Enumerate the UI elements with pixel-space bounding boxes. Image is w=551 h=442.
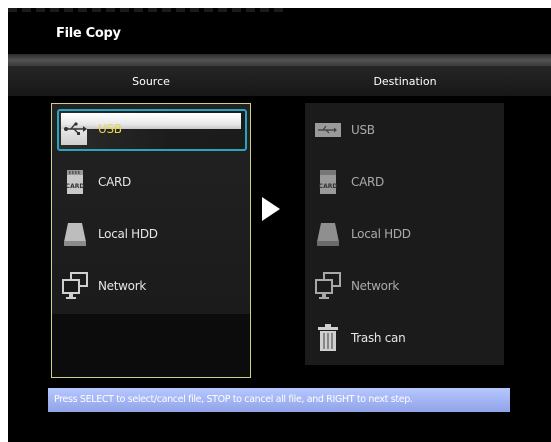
svg-text:CARD: CARD	[319, 183, 338, 190]
destination-header: Destination	[373, 75, 437, 88]
usb-icon	[315, 116, 341, 144]
column-header-bar: Source Destination	[8, 66, 551, 96]
destination-item-label: Local HDD	[351, 227, 411, 241]
next-arrow-icon	[262, 197, 280, 221]
source-header: Source	[132, 75, 170, 88]
destination-item-label: CARD	[351, 175, 384, 189]
network-icon	[315, 272, 341, 300]
page-title: File Copy	[56, 26, 121, 41]
hdd-icon	[315, 220, 341, 248]
source-item-label: USB	[98, 122, 122, 136]
destination-item-label: USB	[351, 123, 375, 137]
destination-item-usb[interactable]: USB	[305, 110, 504, 150]
help-bar: Press SELECT to select/cancel file, STOP…	[48, 388, 510, 412]
card-icon: CARD	[315, 168, 341, 196]
destination-item-trash-can[interactable]: Trash can	[305, 318, 504, 358]
top-decoration	[8, 8, 288, 12]
source-item-label: Local HDD	[98, 227, 158, 241]
card-icon: CARD	[62, 168, 88, 196]
source-panel: USB CARD CARD Local HDD Network	[51, 103, 251, 378]
source-item-label: Network	[98, 279, 147, 293]
source-item-network[interactable]: Network	[52, 266, 250, 306]
source-item-usb[interactable]: USB	[52, 109, 250, 149]
hdd-icon	[62, 220, 88, 248]
destination-item-card[interactable]: CARD CARD	[305, 162, 504, 202]
network-icon	[62, 272, 88, 300]
help-text: Press SELECT to select/cancel file, STOP…	[54, 394, 413, 405]
svg-text:CARD: CARD	[66, 183, 85, 190]
source-item-label: CARD	[98, 175, 131, 189]
destination-panel: USB CARD CARD Local HDD Network Trash ca…	[305, 103, 504, 365]
destination-item-label: Trash can	[351, 331, 406, 345]
file-copy-screen: File Copy Source Destination USB CARD CA…	[8, 8, 551, 442]
source-item-card[interactable]: CARD CARD	[52, 162, 250, 202]
destination-item-network[interactable]: Network	[305, 266, 504, 306]
source-item-local-hdd[interactable]: Local HDD	[52, 214, 250, 254]
title-divider	[8, 54, 551, 66]
destination-item-label: Network	[351, 279, 400, 293]
trash-icon	[315, 324, 341, 352]
usb-icon	[62, 115, 88, 143]
destination-item-local-hdd[interactable]: Local HDD	[305, 214, 504, 254]
